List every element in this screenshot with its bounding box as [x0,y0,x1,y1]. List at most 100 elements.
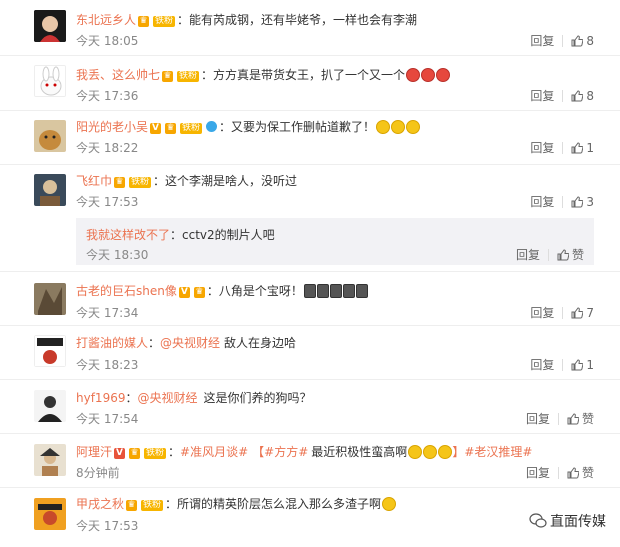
comment-text: ：又要为保工作删帖道歉了！ [219,120,376,134]
colon: ： [125,391,138,405]
colon: ： [148,336,161,350]
divider [557,467,559,479]
username[interactable]: 甲戌之秋 [76,497,124,511]
reply-button[interactable]: 回复 [530,358,554,372]
divider [562,196,564,208]
like-count: 8 [586,34,594,48]
comment-text: 敌人在身边哈 [224,336,297,350]
like-label[interactable]: 赞 [582,466,594,480]
divider [557,413,559,425]
verified-icon: V [178,287,190,298]
timestamp: 今天 18:05 [76,34,139,48]
timestamp: 今天 17:34 [76,306,139,320]
member-icon: ♛ [129,448,141,459]
thumbs-up-icon[interactable] [567,467,579,479]
comment-item: 阳光的老小吴 V ♛ 铁粉 ：又要为保工作删帖道歉了！ 今天 18:22 回复 1 [0,111,620,165]
reply-button[interactable]: 回复 [530,195,554,209]
like-label[interactable]: 赞 [572,248,584,262]
emoji-icon [423,445,438,459]
divider [562,142,564,154]
reply-text: ：cctv2的制片人吧 [170,228,275,242]
avatar[interactable] [34,65,66,97]
reply-button[interactable]: 回复 [526,412,550,426]
timestamp: 8分钟前 [76,466,120,480]
username[interactable]: 飞红巾 [76,174,112,188]
topic-tag[interactable]: 】#老汉推理# [452,445,532,459]
comment-item: 飞红巾 ♛ 铁粉 ：这个李潮是啥人，没听过 今天 17:53 回复 3 我就这样改不了：… [0,165,620,272]
timestamp: 今天 17:53 [76,519,139,533]
comment-item: 阿理汗 V ♛ 铁粉 ：#准风月谈# 【#方方# 最近积极性蛮高啊 】#老汉推理# 8分钟前 … [0,434,620,488]
like-count: 1 [586,358,594,372]
thumbs-up-icon[interactable] [557,249,569,261]
thumbs-up-icon[interactable] [571,90,584,102]
emoji-icon [342,284,355,298]
comment-feed: 东北远乡人 ♛ 铁粉 ：能有芮成钢，还有毕姥爷，一样也会有李潮 今天 18:05 回复… [0,0,620,547]
avatar[interactable] [34,498,66,530]
thumbs-up-icon[interactable] [571,142,584,154]
avatar[interactable] [34,174,66,206]
topic-tag[interactable]: #准风月谈# [180,445,248,459]
thumbs-up-icon[interactable] [571,35,584,47]
username[interactable]: 我丢、这么帅七 [76,68,160,82]
reply-button[interactable]: 回复 [530,306,554,320]
emoji-icon [438,445,453,459]
like-count: 3 [586,195,594,209]
fan-badge: 铁粉 [141,500,164,511]
avatar[interactable] [34,10,66,42]
emoji-icon [382,497,397,511]
username[interactable]: 阳光的老小吴 [76,120,148,134]
mention-link[interactable]: @央视财经 [138,391,198,405]
comment-item: 古老的巨石shen像 V ♛ ：八角是个宝呀！ 今天 17:34 回复 7 [0,272,620,326]
comment-item: hyf1969：@央视财经 这是你们养的狗吗？ 今天 17:54 回复 赞 [0,380,620,434]
verified-icon: V [114,448,126,459]
comment-text: ：方方真是带货女王，扒了一个又一个 [201,68,406,82]
reply-username[interactable]: 我就这样改不了 [86,228,170,242]
timestamp: 今天 18:23 [76,358,139,372]
reply-button[interactable]: 回复 [516,248,540,262]
emoji-icon [406,68,421,82]
emoji-icon [408,445,423,459]
divider [562,35,564,47]
thumbs-up-icon[interactable] [571,359,584,371]
comment-text: 这是你们养的狗吗？ [203,391,312,405]
like-count: 7 [586,306,594,320]
thumbs-up-icon[interactable] [567,413,579,425]
avatar[interactable] [34,444,66,476]
avatar[interactable] [34,390,66,422]
like-label[interactable]: 赞 [582,412,594,426]
username[interactable]: 东北远乡人 [76,13,136,27]
comment-item: 打酱油的媒人：@央视财经 敌人在身边哈 今天 18:23 回复 1 [0,326,620,380]
reply-button[interactable]: 回复 [530,34,554,48]
username[interactable]: hyf1969 [76,391,125,405]
timestamp: 今天 17:54 [76,412,139,426]
comment-text: ：八角是个宝呀！ [206,284,303,298]
member-icon: ♛ [193,287,205,298]
timestamp: 今天 17:53 [76,195,139,209]
reply-button[interactable]: 回复 [526,466,550,480]
reply-button[interactable]: 回复 [530,141,554,155]
emoji-icon [355,284,368,298]
member-icon: ♛ [165,123,177,134]
thumbs-up-icon[interactable] [571,196,584,208]
avatar[interactable] [34,283,66,315]
username[interactable]: 古老的巨石shen像 [76,284,177,298]
thumbs-up-icon[interactable] [571,307,584,319]
reply-timestamp: 今天 18:30 [86,248,149,262]
comment-text: ：所谓的精英阶层怎么混入那么多渣子啊 [165,497,382,511]
timestamp: 今天 18:22 [76,141,139,155]
member-icon: ♛ [138,16,150,27]
reply-button[interactable]: 回复 [530,89,554,103]
mention-link[interactable]: @央视财经 [160,336,220,350]
username[interactable]: 打酱油的媒人 [76,336,148,350]
emoji-icon [391,120,406,134]
avatar[interactable] [34,120,66,152]
nested-reply: 我就这样改不了：cctv2的制片人吧 今天 18:30 回复 赞 [76,218,594,265]
username[interactable]: 阿理汗 [76,445,112,459]
emoji-icon [303,284,316,298]
fan-badge: 铁粉 [177,71,200,82]
avatar[interactable] [34,335,66,367]
fan-badge: 铁粉 [129,177,152,188]
topic-tag[interactable]: 【#方方# [252,445,308,459]
comment-item: 我丢、这么帅七 ♛ 铁粉 ：方方真是带货女王，扒了一个又一个 今天 17:36 回复 8 [0,56,620,111]
verified-icon: V [150,123,162,134]
